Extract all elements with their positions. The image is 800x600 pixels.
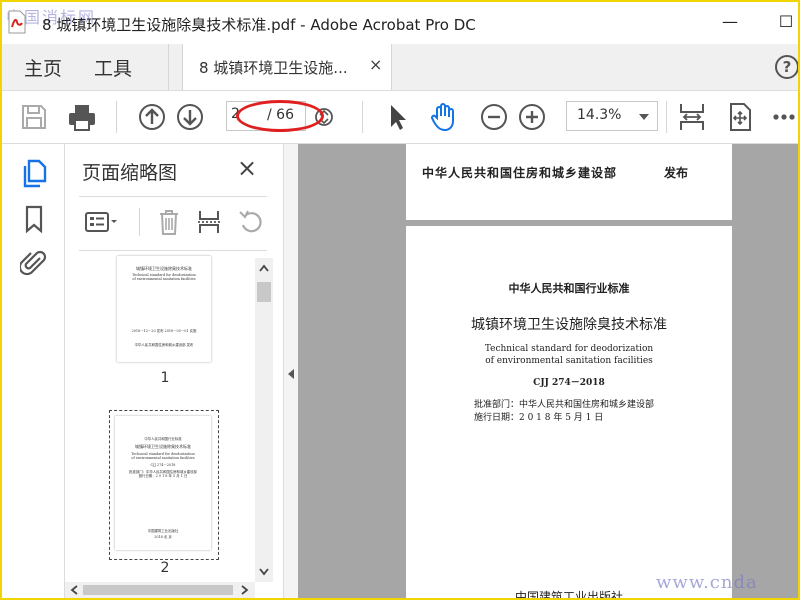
page2-approval: 批准部门：中华人民共和国住房和城乡建设部 (474, 400, 655, 410)
insert-page-icon[interactable] (195, 208, 223, 236)
scrollbar-thumb[interactable] (83, 585, 233, 595)
close-panel-button[interactable]: × (237, 156, 257, 180)
page2-title-en-2: of environmental sanitation facilities (485, 356, 653, 366)
page1-publisher: 中华人民共和国住房和城乡建设部 (422, 166, 618, 180)
print-icon[interactable] (66, 101, 98, 133)
thumb-text: 2018－12－20 发布 2018－05－01 实施 (131, 329, 197, 333)
document-tab-label: 8 城镇环境卫生设施... (199, 59, 348, 77)
zoom-value: 14.3% (577, 107, 622, 123)
scroll-down-icon[interactable] (259, 568, 269, 576)
tab-divider (168, 44, 169, 90)
navigation-rail (2, 144, 65, 598)
maximize-button[interactable]: ☐ (772, 10, 798, 34)
document-view[interactable]: 中华人民共和国住房和城乡建设部 发布 中华人民共和国行业标准 城镇环境卫生设施除… (298, 144, 798, 598)
thumb-text: of environmental sanitation facilities (131, 456, 195, 460)
page-thumbnails-icon[interactable] (20, 158, 48, 188)
attachment-icon[interactable] (20, 248, 48, 278)
annotation-oval (236, 100, 324, 132)
thumbnail-page-number: 2 (160, 560, 170, 576)
zoom-in-icon[interactable] (516, 101, 548, 133)
chevron-down-icon (639, 114, 649, 120)
fit-page-icon[interactable] (676, 101, 708, 133)
page1-publish-word: 发布 (664, 166, 689, 180)
scrollbar-thumb[interactable] (257, 282, 271, 302)
pdf-page-2: 中华人民共和国行业标准 城镇环境卫生设施除臭技术标准 Technical sta… (406, 226, 732, 598)
panel-divider (79, 196, 267, 197)
scroll-left-icon[interactable] (70, 585, 78, 595)
thumb-text: CJJ 274－2018 (150, 463, 176, 467)
title-bar: 中国消标网 8 城镇环境卫生设施除臭技术标准.pdf - Adobe Acrob… (2, 2, 798, 45)
select-arrow-icon[interactable] (382, 101, 414, 133)
page-down-icon[interactable] (174, 101, 206, 133)
thumbnail-horizontal-scrollbar[interactable] (65, 582, 255, 598)
panel-divider (79, 250, 267, 251)
thumbnail-options-icon[interactable] (83, 208, 123, 236)
thumb-text: 中华人民共和国行业标准 (144, 437, 182, 441)
toolbar: 2 / 66 14.3% (2, 91, 798, 144)
tab-home[interactable]: 主页 (24, 54, 62, 81)
panel-tool-divider (139, 208, 140, 236)
zoom-dropdown[interactable]: 14.3% (566, 101, 658, 131)
thumb-text: 城镇环境卫生设施除臭技术标准 (135, 444, 191, 449)
thumb-text: of environmental sanitation facilities (132, 277, 196, 281)
scroll-right-icon[interactable] (241, 585, 249, 595)
panel-title: 页面缩略图 (82, 162, 178, 184)
app-window: 中国消标网 8 城镇环境卫生设施除臭技术标准.pdf - Adobe Acrob… (0, 0, 800, 600)
thumb-text: 城镇环境卫生设施除臭技术标准 (136, 266, 192, 271)
watermark-bottom: www.cnda (656, 572, 758, 593)
window-title: 8 城镇环境卫生设施除臭技术标准.pdf - Adobe Acrobat Pro… (42, 16, 476, 34)
rotate-page-icon[interactable] (237, 208, 265, 236)
thumb-text: 中华人民共和国住房和城乡建设部 发布 (134, 343, 194, 347)
toolbar-divider (666, 101, 667, 133)
page2-title-en-1: Technical standard for deodorization (484, 344, 654, 354)
scroll-up-icon[interactable] (259, 264, 269, 272)
page-up-icon[interactable] (136, 101, 168, 133)
thumbnail-page-1[interactable]: 城镇环境卫生设施除臭技术标准 Technical standard for de… (117, 256, 211, 362)
page2-title-cn: 城镇环境卫生设施除臭技术标准 (471, 317, 667, 333)
help-button[interactable]: ? (775, 55, 798, 79)
close-tab-button[interactable]: × (369, 55, 382, 74)
page2-category: 中华人民共和国行业标准 (508, 282, 630, 295)
more-icon[interactable] (772, 101, 798, 133)
thumb-text: 施行日期：2 0 1 8 年 5 月 1 日 (138, 474, 188, 478)
thumb-text: 中国建筑工业出版社 (147, 529, 179, 533)
thumb-text: 2018 北 京 (154, 535, 172, 539)
thumbnail-page-2[interactable]: 中华人民共和国行业标准 城镇环境卫生设施除臭技术标准 Technical sta… (115, 416, 211, 550)
toolbar-divider (362, 101, 363, 133)
page2-code: CJJ 274－2018 (533, 378, 605, 388)
scroll-mode-icon[interactable] (724, 101, 756, 133)
thumbnail-page-number: 1 (160, 370, 170, 386)
tab-document[interactable]: 8 城镇环境卫生设施... × (182, 44, 392, 90)
hand-icon[interactable] (428, 101, 460, 133)
minimize-button[interactable]: — (716, 10, 744, 34)
tab-tools[interactable]: 工具 (94, 54, 132, 81)
zoom-out-icon[interactable] (478, 101, 510, 133)
delete-page-icon[interactable] (155, 208, 183, 236)
panel-collapse-handle[interactable] (284, 144, 298, 598)
bookmark-icon[interactable] (20, 204, 48, 234)
save-icon[interactable] (18, 101, 50, 133)
collapse-left-icon[interactable] (286, 368, 296, 380)
thumbnail-list: 城镇环境卫生设施除臭技术标准 Technical standard for de… (65, 254, 255, 584)
pdf-file-icon (8, 10, 26, 34)
thumbnails-panel: 页面缩略图 × 城镇环境卫生设施除臭技术标准 Technical standar… (65, 144, 284, 598)
toolbar-divider (116, 101, 117, 133)
page2-effective: 施行日期：2 0 1 8 年 5 月 1 日 (474, 413, 604, 423)
tab-bar: 主页 工具 8 城镇环境卫生设施... × ? (2, 44, 798, 91)
pdf-page-1: 中华人民共和国住房和城乡建设部 发布 (406, 144, 732, 220)
thumbnail-vertical-scrollbar[interactable] (255, 258, 273, 582)
